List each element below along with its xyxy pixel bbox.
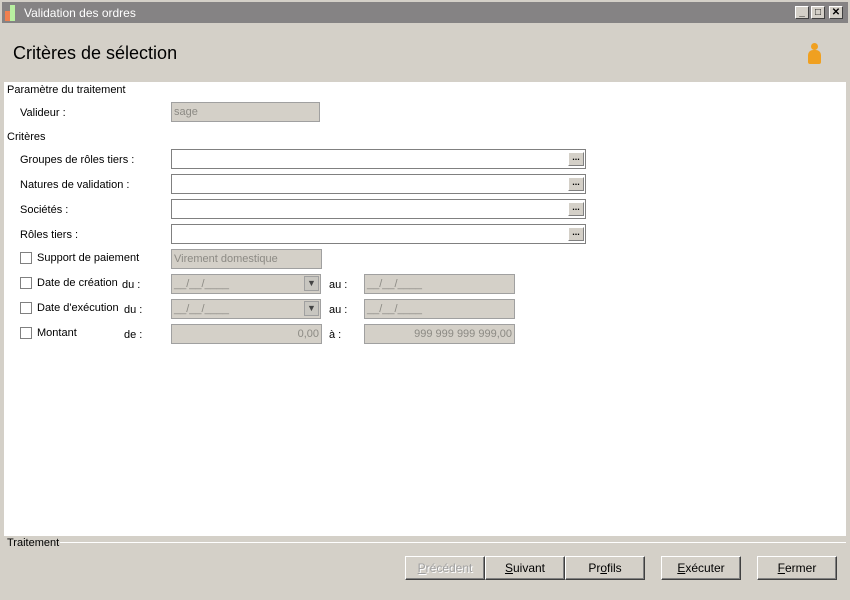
profils-button[interactable]: Profils xyxy=(565,556,645,580)
support-checkbox[interactable] xyxy=(20,252,32,264)
date-creation-du-label: du : xyxy=(122,279,141,291)
close-button[interactable]: ✕ xyxy=(829,6,843,19)
groupes-browse-button[interactable]: ... xyxy=(568,152,584,166)
section-traitement: Traitement xyxy=(7,537,60,549)
montant-from: 0,00 xyxy=(171,324,322,344)
societes-field[interactable] xyxy=(171,199,586,219)
montant-de-label: de : xyxy=(124,329,143,341)
date-execution-label: Date d'exécution xyxy=(37,302,119,314)
minimize-button[interactable]: _ xyxy=(795,6,809,19)
societes-label: Sociétés : xyxy=(20,204,69,216)
natures-validation-field[interactable] xyxy=(171,174,586,194)
groupes-roles-field[interactable] xyxy=(171,149,586,169)
roles-tiers-field[interactable] xyxy=(171,224,586,244)
app-icon xyxy=(5,5,21,21)
natures-label: Natures de validation : xyxy=(20,179,130,191)
chevron-down-icon[interactable]: ▼ xyxy=(304,301,319,316)
maximize-button[interactable]: □ xyxy=(811,6,825,19)
date-execution-au-label: au : xyxy=(329,304,348,316)
groupes-label: Groupes de rôles tiers : xyxy=(20,154,135,166)
section-parametre: Paramètre du traitement xyxy=(7,84,126,96)
date-creation-to: __/__/____ xyxy=(364,274,515,294)
support-label: Support de paiement xyxy=(37,252,140,264)
date-creation-au-label: au : xyxy=(329,279,348,291)
date-execution-to: __/__/____ xyxy=(364,299,515,319)
support-field: Virement domestique xyxy=(171,249,322,269)
chevron-down-icon[interactable]: ▼ xyxy=(304,276,319,291)
date-creation-label: Date de création xyxy=(37,277,118,289)
page-title: Critères de sélection xyxy=(13,43,178,63)
date-execution-du-label: du : xyxy=(124,304,143,316)
date-execution-checkbox[interactable] xyxy=(20,302,32,314)
title-bar: Validation des ordres _ □ ✕ xyxy=(0,0,850,23)
montant-a-label: à : xyxy=(329,329,342,341)
section-criteres: Critères xyxy=(7,131,46,143)
roles-browse-button[interactable]: ... xyxy=(568,227,584,241)
natures-browse-button[interactable]: ... xyxy=(568,177,584,191)
societes-browse-button[interactable]: ... xyxy=(568,202,584,216)
montant-checkbox[interactable] xyxy=(20,327,32,339)
date-execution-from: __/__/____ xyxy=(171,299,321,319)
montant-label: Montant xyxy=(37,327,77,339)
montant-to: 999 999 999 999,00 xyxy=(364,324,515,344)
fermer-button[interactable]: Fermer xyxy=(757,556,837,580)
suivant-button[interactable]: Suivant xyxy=(485,556,565,580)
roles-label: Rôles tiers : xyxy=(20,229,79,241)
date-creation-checkbox[interactable] xyxy=(20,277,32,289)
valideur-label: Valideur : xyxy=(20,107,66,119)
executer-button[interactable]: Exécuter xyxy=(661,556,741,580)
window-title: Validation des ordres xyxy=(24,6,136,20)
date-creation-from: __/__/____ xyxy=(171,274,321,294)
user-icon[interactable] xyxy=(807,43,821,65)
valideur-field: sage xyxy=(171,102,320,122)
precedent-button[interactable]: Précédent xyxy=(405,556,485,580)
